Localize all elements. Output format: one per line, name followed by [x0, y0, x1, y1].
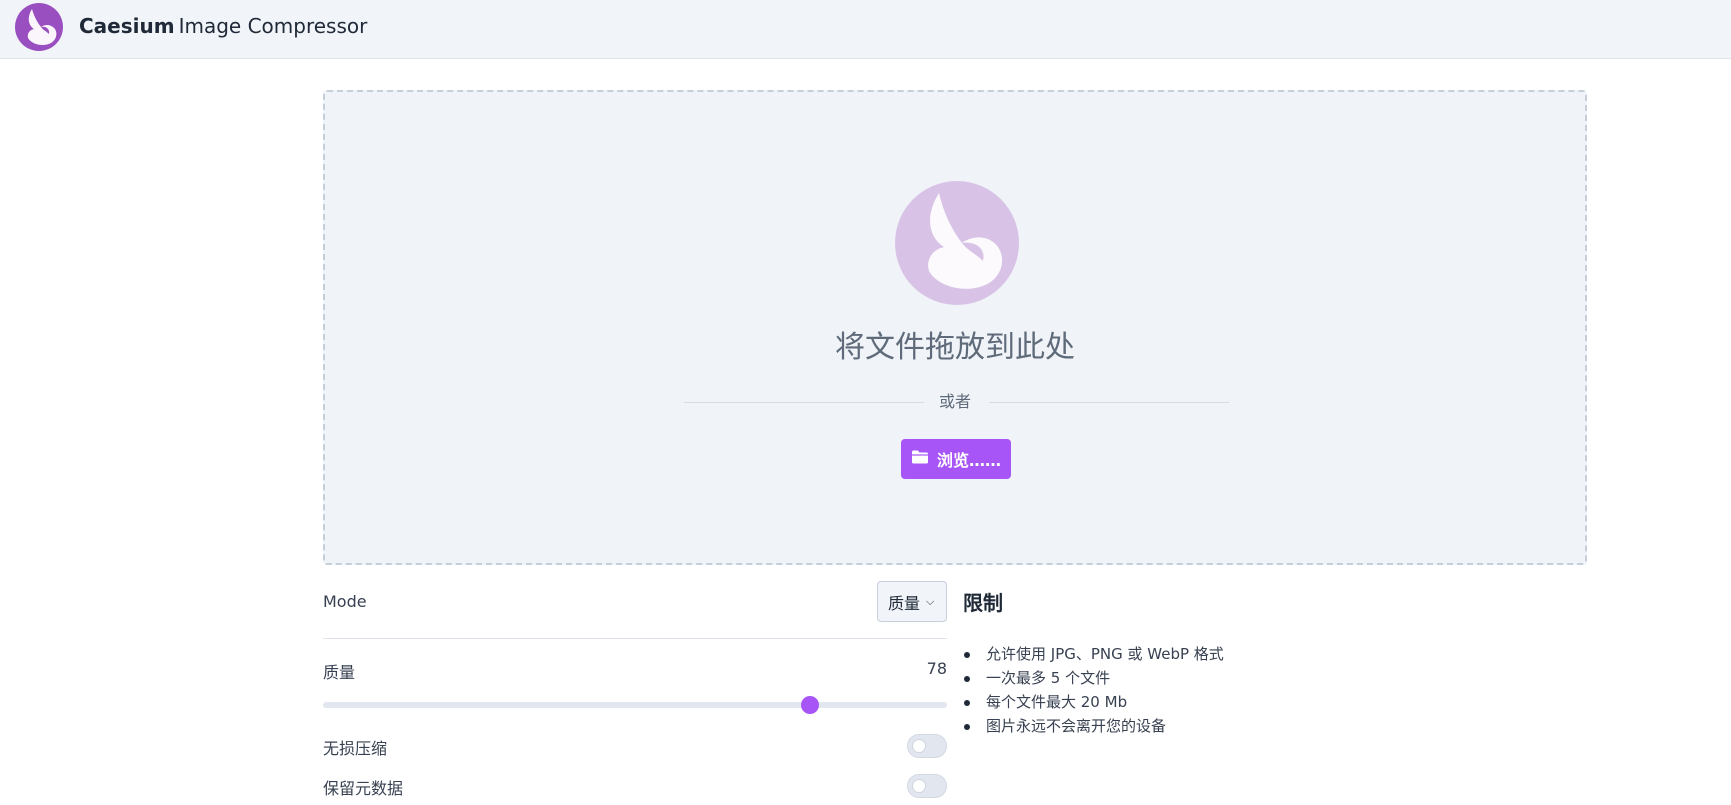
drop-title: 将文件拖放到此处	[835, 330, 1075, 365]
browse-button[interactable]: 浏览……	[901, 439, 1011, 479]
toggle-knob	[912, 739, 926, 753]
app-title-brand: Caesium	[79, 14, 175, 38]
list-item: 允许使用 JPG、PNG 或 WebP 格式	[963, 642, 1224, 666]
settings-divider	[323, 638, 947, 639]
list-item: 图片永远不会离开您的设备	[963, 714, 1224, 738]
app-title-rest: Image Compressor	[178, 14, 368, 38]
mode-select-value: 质量	[888, 593, 921, 613]
quality-label: 质量	[323, 663, 356, 682]
lossless-toggle[interactable]	[907, 734, 947, 758]
quality-slider-thumb[interactable]	[800, 696, 819, 714]
mode-select[interactable]: 质量 ⌵	[877, 581, 947, 622]
folder-icon	[911, 449, 929, 469]
caesium-bird-icon[interactable]	[15, 3, 63, 51]
app-title: Caesium Image Compressor	[79, 13, 367, 39]
limits-panel: 限制 允许使用 JPG、PNG 或 WebP 格式 一次最多 5 个文件 每个文…	[963, 590, 1523, 735]
limits-list: 允许使用 JPG、PNG 或 WebP 格式 一次最多 5 个文件 每个文件最大…	[963, 642, 1224, 738]
caesium-bird-icon	[895, 181, 1019, 305]
lossless-label: 无损压缩	[323, 739, 388, 758]
metadata-label: 保留元数据	[323, 779, 404, 798]
file-drop-zone[interactable]: 将文件拖放到此处 或者 浏览……	[323, 90, 1587, 565]
browse-button-label: 浏览……	[936, 451, 1001, 470]
top-bar: Caesium Image Compressor	[0, 0, 1731, 59]
or-divider-text: 或者	[938, 392, 971, 411]
quality-slider[interactable]	[323, 702, 947, 708]
mode-label: Mode	[323, 592, 367, 611]
list-item: 一次最多 5 个文件	[963, 666, 1224, 690]
list-item: 每个文件最大 20 Mb	[963, 690, 1224, 714]
chevron-down-icon: ⌵	[926, 594, 935, 608]
metadata-toggle[interactable]	[907, 774, 947, 798]
quality-value: 78	[926, 659, 947, 678]
limits-title: 限制	[963, 591, 1003, 615]
toggle-knob	[912, 779, 926, 793]
